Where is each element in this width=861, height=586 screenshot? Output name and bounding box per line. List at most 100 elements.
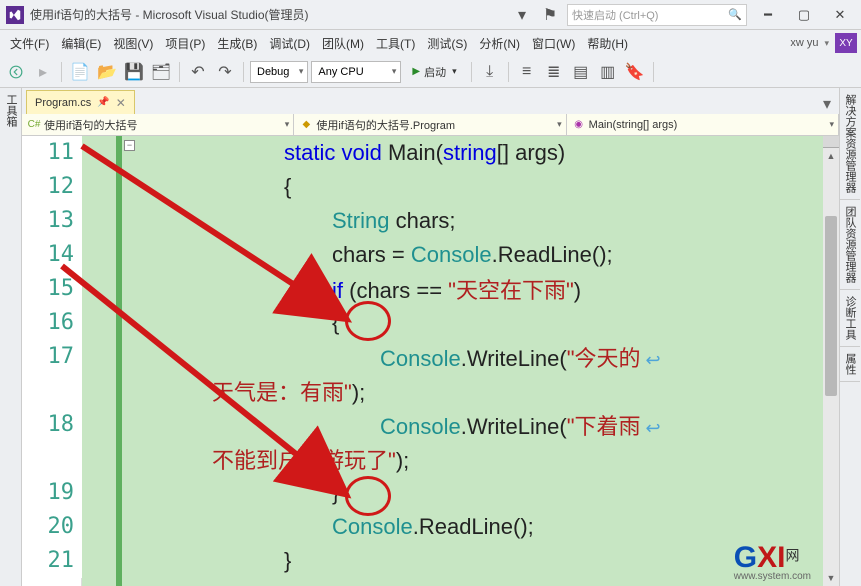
comment-button[interactable]: ▤ — [569, 60, 593, 84]
panel-tab[interactable]: 属性 — [840, 347, 860, 382]
nav-forward-button[interactable]: ▸ — [31, 60, 55, 84]
code-text: } — [82, 480, 339, 506]
menu-item[interactable]: 视图(V) — [107, 34, 159, 54]
code-text: { — [82, 310, 339, 336]
start-debug-button[interactable]: ▶启动▾ — [404, 61, 464, 83]
code-line[interactable]: 15if (chars == "天空在下雨") — [22, 272, 839, 306]
quick-launch-input[interactable]: 快速启动 (Ctrl+Q) 🔍 — [567, 4, 747, 26]
code-text: 不能到户外游玩了"); — [82, 443, 409, 475]
redo-button[interactable]: ↷ — [213, 60, 237, 84]
close-button[interactable]: ✕ — [825, 4, 855, 26]
member-combo[interactable]: ◉Main(string[] args) — [567, 114, 839, 135]
code-line[interactable]: 不能到户外游玩了"); — [22, 442, 839, 476]
navigation-bar: C#使用if语句的大括号 ◆使用if语句的大括号.Program ◉Main(s… — [22, 114, 839, 136]
user-dropdown-icon[interactable]: ▾ — [824, 38, 829, 49]
csharp-icon: C# — [28, 119, 40, 131]
code-text: } — [82, 548, 291, 574]
panel-tab[interactable]: 团队资源管理器 — [840, 200, 860, 290]
scroll-down-icon[interactable]: ▼ — [823, 570, 839, 586]
code-text: Console.WriteLine("下着雨 ↩ — [82, 409, 661, 441]
line-number: 15 — [22, 272, 82, 306]
panel-tab[interactable]: 诊断工具 — [840, 290, 860, 347]
code-line[interactable]: 12{ — [22, 170, 839, 204]
menu-item[interactable]: 项目(P) — [159, 34, 211, 54]
code-line[interactable]: 13String chars; — [22, 204, 839, 238]
code-line[interactable]: 19} — [22, 476, 839, 510]
line-number: 20 — [22, 510, 82, 544]
class-combo[interactable]: ◆使用if语句的大括号.Program — [294, 114, 566, 135]
feedback-icon[interactable]: ⚑ — [539, 4, 561, 26]
menu-item[interactable]: 窗口(W) — [526, 34, 581, 54]
code-text: Console.WriteLine("今天的 ↩ — [82, 341, 661, 373]
line-number: 14 — [22, 238, 82, 272]
user-badge[interactable]: XY — [835, 33, 857, 53]
code-text: String chars; — [82, 208, 456, 234]
new-project-button[interactable]: 📄 — [68, 60, 92, 84]
file-tab-program[interactable]: Program.cs 📌 ✕ — [26, 90, 135, 114]
menu-item[interactable]: 生成(B) — [211, 34, 263, 54]
code-line[interactable]: 天气是：有雨"); — [22, 374, 839, 408]
code-line[interactable]: 21} — [22, 544, 839, 578]
code-line[interactable]: 17Console.WriteLine("今天的 ↩ — [22, 340, 839, 374]
scroll-up-icon[interactable]: ▲ — [823, 148, 839, 164]
user-name[interactable]: xw yu — [790, 37, 818, 49]
bookmark-button[interactable]: 🔖 — [623, 60, 647, 84]
class-icon: ◆ — [300, 119, 312, 131]
line-number: 19 — [22, 476, 82, 510]
line-number: 11 — [22, 136, 82, 170]
maximize-button[interactable]: ▢ — [789, 4, 819, 26]
code-line[interactable]: 16{ — [22, 306, 839, 340]
line-number — [22, 374, 82, 408]
line-number: 17 — [22, 340, 82, 374]
code-text: Console.ReadLine(); — [82, 514, 534, 540]
save-button[interactable]: 💾 — [122, 60, 146, 84]
pin-icon[interactable]: 📌 — [97, 97, 109, 108]
save-all-button[interactable]: 🗂 — [149, 60, 173, 84]
platform-combo[interactable]: Any CPU — [311, 61, 401, 83]
menu-item[interactable]: 编辑(E) — [55, 34, 107, 54]
code-editor[interactable]: − 11static void Main(string[] args)12{13… — [22, 136, 839, 586]
uncomment-button[interactable]: ▥ — [596, 60, 620, 84]
menubar: 文件(F)编辑(E)视图(V)项目(P)生成(B)调试(D)团队(M)工具(T)… — [0, 30, 861, 56]
toolbox-panel-tab[interactable]: 工具箱 — [0, 88, 22, 586]
outdent-button[interactable]: ≣ — [542, 60, 566, 84]
separator — [243, 62, 244, 82]
vertical-scrollbar[interactable]: ▲ ▼ — [823, 136, 839, 586]
indent-button[interactable]: ≡ — [515, 60, 539, 84]
line-number: 12 — [22, 170, 82, 204]
panel-tab[interactable]: 解决方案资源管理器 — [840, 88, 860, 200]
line-number: 18 — [22, 408, 82, 442]
code-line[interactable]: 18Console.WriteLine("下着雨 ↩ — [22, 408, 839, 442]
vs-logo-icon — [6, 6, 24, 24]
code-line[interactable]: 20Console.ReadLine(); — [22, 510, 839, 544]
code-text: static void Main(string[] args) — [82, 140, 565, 166]
undo-button[interactable]: ↶ — [186, 60, 210, 84]
line-number: 13 — [22, 204, 82, 238]
close-tab-icon[interactable]: ✕ — [116, 96, 126, 110]
nav-back-button[interactable] — [4, 60, 28, 84]
notification-icon[interactable]: ▾ — [511, 4, 533, 26]
menu-item[interactable]: 帮助(H) — [581, 34, 634, 54]
quick-launch-placeholder: 快速启动 (Ctrl+Q) — [572, 7, 658, 23]
menu-item[interactable]: 文件(F) — [4, 34, 55, 54]
open-button[interactable]: 📂 — [95, 60, 119, 84]
titlebar: 使用if语句的大括号 - Microsoft Visual Studio(管理员… — [0, 0, 861, 30]
menu-item[interactable]: 团队(M) — [316, 34, 370, 54]
code-text: { — [82, 174, 291, 200]
window-title: 使用if语句的大括号 - Microsoft Visual Studio(管理员… — [30, 6, 309, 23]
code-text: 天气是：有雨"); — [82, 375, 365, 407]
scope-combo[interactable]: C#使用if语句的大括号 — [22, 114, 294, 135]
minimize-button[interactable]: ━ — [753, 4, 783, 26]
code-line[interactable]: 14chars = Console.ReadLine(); — [22, 238, 839, 272]
config-combo[interactable]: Debug — [250, 61, 308, 83]
split-grip[interactable] — [823, 136, 839, 148]
scrollbar-thumb[interactable] — [825, 216, 837, 396]
menu-item[interactable]: 测试(S) — [421, 34, 473, 54]
tab-overflow-button[interactable]: ▾ — [815, 94, 839, 114]
step-button[interactable]: ⤓ — [478, 60, 502, 84]
menu-item[interactable]: 工具(T) — [370, 34, 421, 54]
code-line[interactable]: 11static void Main(string[] args) — [22, 136, 839, 170]
line-number: 21 — [22, 544, 82, 578]
menu-item[interactable]: 分析(N) — [473, 34, 526, 54]
menu-item[interactable]: 调试(D) — [263, 34, 316, 54]
